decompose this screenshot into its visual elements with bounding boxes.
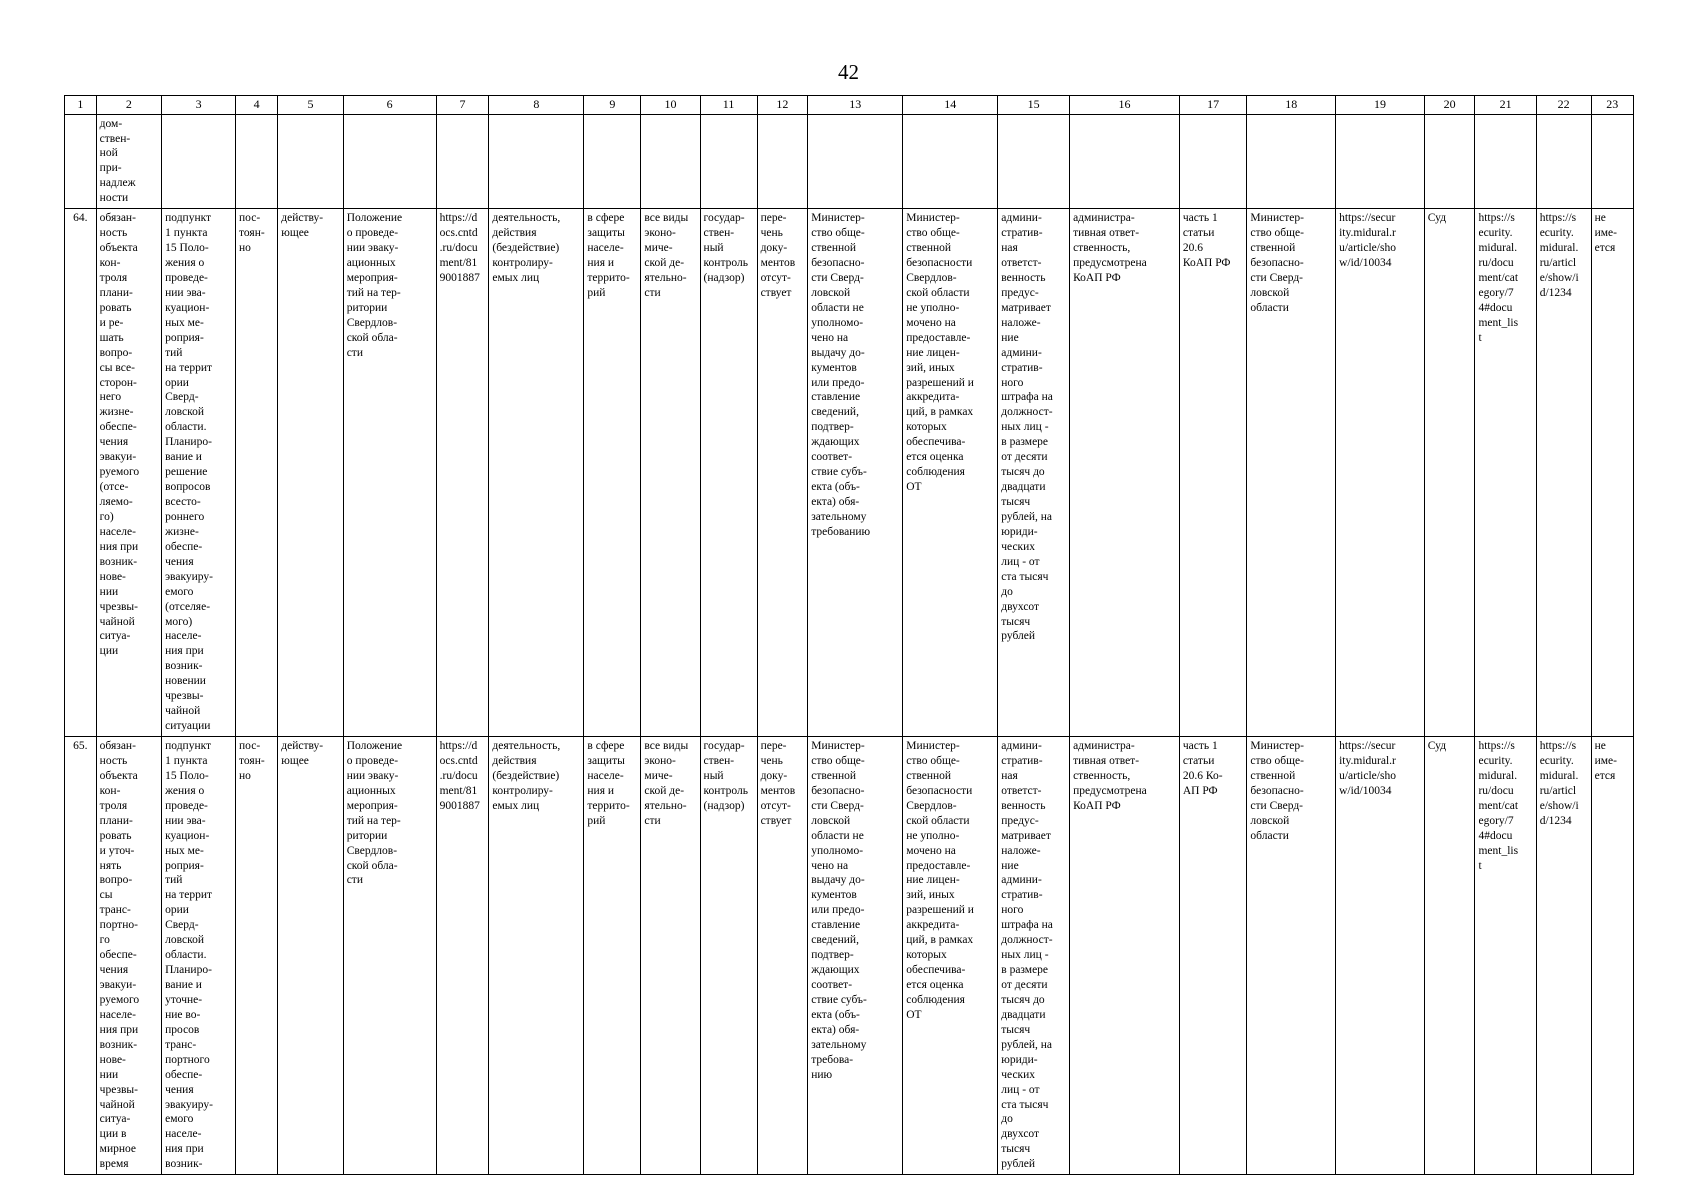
cell-liability-description [997, 113, 1071, 210]
cell-documents-list [756, 113, 809, 210]
column-header-8: 8 [488, 95, 585, 115]
cell-liability-type [1069, 113, 1180, 210]
column-header-15: 15 [997, 95, 1071, 115]
cell-koap-article: часть 1 статьи 20.6 КоАП РФ [1178, 208, 1248, 738]
cell-documents-link[interactable]: https://s ecurity. midural. ru/docu ment… [1474, 736, 1537, 1176]
cell-control-object: деятельность, действия (бездействие) кон… [488, 736, 585, 1176]
cell-supervising-body: Министер- ство обще- ственной безопасно-… [1246, 736, 1337, 1176]
table-row: 65. обязан- ность объекта кон- троля пла… [64, 736, 1635, 1176]
cell-document-link[interactable]: https://d ocs.cntd .ru/docu ment/81 9001… [435, 736, 490, 1176]
cell-article-link[interactable]: https://s ecurity. midural. ru/articl e/… [1535, 208, 1592, 738]
cell-validity-period: пос- тоян- но [235, 736, 279, 1176]
cell-court: Суд [1423, 208, 1476, 738]
column-header-10: 10 [640, 95, 701, 115]
column-header-21: 21 [1474, 95, 1537, 115]
cell-activity-type [640, 113, 701, 210]
cell-body-link[interactable]: https://secur ity.midural.r u/article/sh… [1335, 736, 1425, 1176]
column-header-22: 22 [1535, 95, 1592, 115]
cell-control-form: государ- ствен- ный контроль (надзор) [699, 208, 758, 738]
cell-court: Суд [1423, 736, 1476, 1176]
cell-status: действу- ющее [277, 736, 344, 1176]
cell-article-link [1535, 113, 1592, 210]
column-header-6: 6 [342, 95, 437, 115]
cell-documents-list: пере- чень доку- ментов отсут- ствует [756, 736, 809, 1176]
table-row-continuation: дом- ствен- ной при- надлеж ности [64, 113, 1635, 210]
cell-control-form [699, 113, 758, 210]
column-header-2: 2 [95, 95, 163, 115]
cell-liability-type: администра- тивная ответ- ственность, пр… [1069, 208, 1180, 738]
cell-sphere [583, 113, 642, 210]
cell-status: действу- ющее [277, 208, 344, 738]
cell-document-name: Положение о проведе- нии эваку- ационных… [342, 736, 437, 1176]
cell-issuing-authority: Министер- ство обще- ственной безопасно-… [807, 208, 904, 738]
cell-requirement-text: обязан- ность объекта кон- троля плани- … [95, 208, 163, 738]
page-number: 42 [838, 60, 859, 84]
cell-supervising-body: Министер- ство обще- ственной безопасно-… [1246, 208, 1337, 738]
column-header-20: 20 [1423, 95, 1476, 115]
cell-court [1423, 113, 1476, 210]
cell-requirement-text: дом- ствен- ной при- надлеж ности [95, 113, 163, 210]
cell-legal-basis: подпункт 1 пункта 15 Поло- жения о прове… [161, 736, 237, 1176]
cell-control-form: государ- ствен- ный контроль (надзор) [699, 736, 758, 1176]
column-header-4: 4 [235, 95, 279, 115]
cell-activity-type: все виды эконо- миче- ской де- ятельно- … [640, 736, 701, 1176]
table-header-row: 1 2 3 4 5 6 7 8 9 10 11 12 13 14 15 16 1… [64, 95, 1635, 115]
cell-licensing-authority: Министер- ство обще- ственной безопаснос… [902, 736, 999, 1176]
column-header-23: 23 [1590, 95, 1635, 115]
column-header-7: 7 [435, 95, 490, 115]
cell-documents-link[interactable]: https://s ecurity. midural. ru/docu ment… [1474, 208, 1537, 738]
column-header-14: 14 [902, 95, 999, 115]
cell-article-link[interactable]: https://s ecurity. midural. ru/articl e/… [1535, 736, 1592, 1176]
cell-document-name [342, 113, 437, 210]
cell-licensing-authority [902, 113, 999, 210]
cell-control-object [488, 113, 585, 210]
cell-koap-article: часть 1 статьи 20.6 Ко- АП РФ [1178, 736, 1248, 1176]
cell-row-number: 64. [64, 208, 97, 738]
cell-requirement-text: обязан- ность объекта кон- троля плани- … [95, 736, 163, 1176]
cell-validity-period: пос- тоян- но [235, 208, 279, 738]
column-header-12: 12 [756, 95, 809, 115]
column-header-13: 13 [807, 95, 904, 115]
cell-document-link[interactable]: https://d ocs.cntd .ru/docu ment/81 9001… [435, 208, 490, 738]
cell-koap-article [1178, 113, 1248, 210]
cell-validity-period [235, 113, 279, 210]
cell-legal-basis: подпункт 1 пункта 15 Поло- жения о прове… [161, 208, 237, 738]
regulatory-requirements-table: 1 2 3 4 5 6 7 8 9 10 11 12 13 14 15 16 1… [64, 95, 1635, 1176]
cell-control-object: деятельность, действия (бездействие) кон… [488, 208, 585, 738]
column-header-1: 1 [64, 95, 97, 115]
column-header-11: 11 [699, 95, 758, 115]
cell-document-link [435, 113, 490, 210]
cell-sphere: в сфере защиты населе- ния и террито- ри… [583, 208, 642, 738]
cell-issuing-authority [807, 113, 904, 210]
cell-body-link[interactable]: https://secur ity.midural.r u/article/sh… [1335, 208, 1425, 738]
column-header-3: 3 [161, 95, 237, 115]
column-header-18: 18 [1246, 95, 1337, 115]
cell-body-link [1335, 113, 1425, 210]
cell-liability-description: админи- стратив- ная ответст- венность п… [997, 736, 1071, 1176]
cell-liability-description: админи- стратив- ная ответст- венность п… [997, 208, 1071, 738]
cell-licensing-authority: Министер- ство обще- ственной безопаснос… [902, 208, 999, 738]
cell-issuing-authority: Министер- ство обще- ственной безопасно-… [807, 736, 904, 1176]
cell-sphere: в сфере защиты населе- ния и террито- ри… [583, 736, 642, 1176]
column-header-5: 5 [277, 95, 344, 115]
cell-documents-list: пере- чень доку- ментов отсут- ствует [756, 208, 809, 738]
cell-row-number: 65. [64, 736, 97, 1176]
cell-status [277, 113, 344, 210]
column-header-17: 17 [1178, 95, 1248, 115]
cell-liability-type: администра- тивная ответ- ственность, пр… [1069, 736, 1180, 1176]
cell-documents-link [1474, 113, 1537, 210]
document-page: 42 1 2 3 4 5 6 7 8 9 10 11 12 13 14 15 1… [0, 0, 1697, 1200]
cell-notes [1590, 113, 1635, 210]
cell-notes: не име- ется [1590, 208, 1635, 738]
table-row: 64. обязан- ность объекта кон- троля пла… [64, 208, 1635, 738]
cell-activity-type: все виды эконо- миче- ской де- ятельно- … [640, 208, 701, 738]
cell-supervising-body [1246, 113, 1337, 210]
column-header-19: 19 [1335, 95, 1425, 115]
cell-document-name: Положение о проведе- нии эваку- ационных… [342, 208, 437, 738]
column-header-16: 16 [1069, 95, 1180, 115]
cell-row-number [64, 113, 97, 210]
column-header-9: 9 [583, 95, 642, 115]
cell-notes: не име- ется [1590, 736, 1635, 1176]
cell-legal-basis [161, 113, 237, 210]
